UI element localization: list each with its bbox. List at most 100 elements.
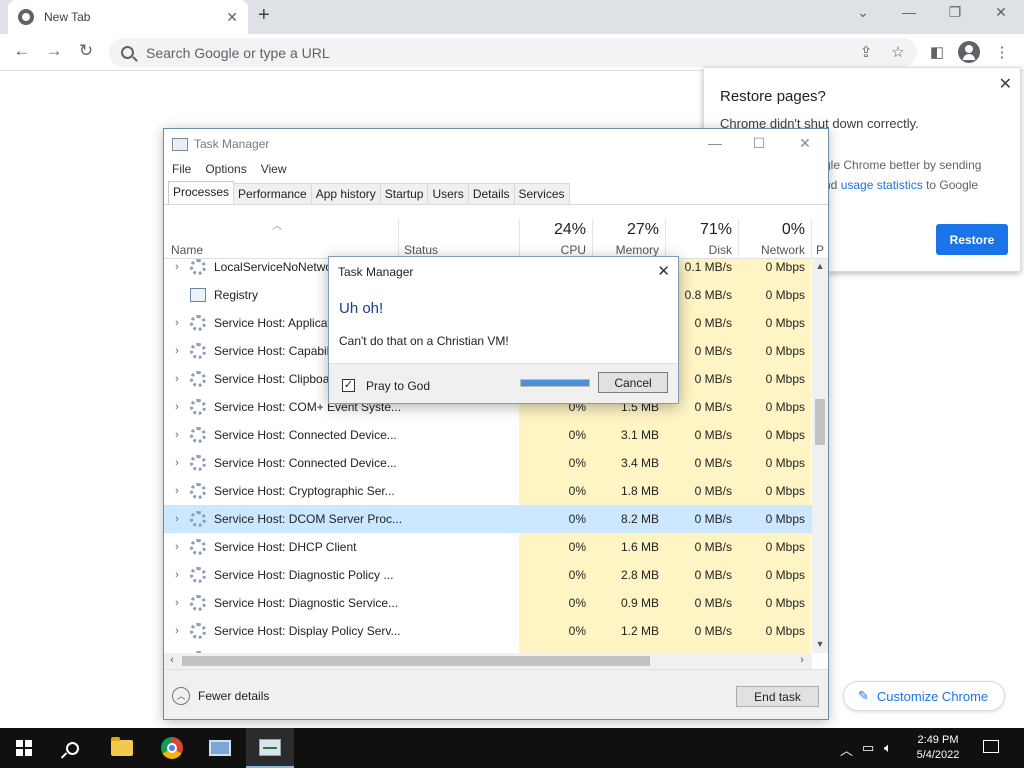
restore-popup-suffix: to Google [922, 178, 979, 192]
new-tab-plus-icon[interactable]: + [258, 4, 270, 27]
pray-checkbox-label[interactable]: Pray to God [366, 379, 430, 393]
chrome-tab-new-tab[interactable]: New Tab ✕ [8, 0, 248, 34]
back-arrow-icon[interactable]: ← [10, 41, 34, 61]
restore-window-icon[interactable]: ❐ [940, 4, 970, 21]
gear-icon [190, 399, 206, 415]
taskbar-chrome[interactable] [148, 728, 196, 768]
expand-chevron-icon[interactable]: › [164, 513, 190, 525]
side-panel-icon[interactable]: ◧ [927, 43, 947, 61]
column-status[interactable]: Status [404, 243, 438, 257]
column-cpu[interactable]: CPU [519, 243, 586, 257]
pray-checkbox[interactable]: ✓ [342, 379, 355, 392]
taskbar-task-manager[interactable] [246, 728, 294, 768]
cpu-cell: 0% [519, 617, 592, 645]
network-cell: 0 Mbps [738, 281, 811, 309]
vertical-scroll-thumb[interactable] [815, 399, 825, 445]
tab-search-chevron-icon[interactable]: ⌄ [848, 4, 878, 21]
omnibox-input[interactable]: Search Google or type a URL [109, 38, 917, 67]
expand-chevron-icon[interactable]: › [164, 345, 190, 357]
usage-statistics-link[interactable]: usage statistics [841, 178, 923, 192]
chrome-menu-icon[interactable]: ⋮ [992, 43, 1012, 61]
gear-icon [190, 371, 206, 387]
start-button[interactable] [0, 728, 48, 768]
column-power-fragment[interactable]: P [816, 243, 826, 257]
expand-chevron-icon[interactable]: › [164, 457, 190, 469]
table-row[interactable]: › Service Host: Connected Device... 0% 3.4 … [164, 449, 812, 477]
end-task-button[interactable]: End task [736, 686, 819, 707]
expand-chevron-icon[interactable]: › [164, 485, 190, 497]
vertical-scrollbar[interactable]: ▲ ▼ [812, 259, 828, 653]
network-icon[interactable]: ▭ [862, 740, 874, 756]
forward-arrow-icon[interactable]: → [42, 41, 66, 61]
expand-chevron-icon[interactable]: › [164, 261, 190, 273]
tray-chevron-up-icon[interactable]: ︿ [840, 740, 853, 759]
tab-performance[interactable]: Performance [233, 183, 312, 205]
table-row[interactable]: › Service Host: Diagnostic Service... 0% 0.… [164, 589, 812, 617]
tab-details[interactable]: Details [467, 183, 515, 205]
taskbar-search-button[interactable] [48, 728, 96, 768]
disk-cell: 0 MB/s [665, 589, 738, 617]
table-row[interactable]: › Service Host: Connected Device... 0% 3.1 … [164, 421, 812, 449]
table-row[interactable]: › Service Host: Display Policy Serv... 0% 1… [164, 617, 812, 645]
expand-chevron-icon[interactable]: › [164, 625, 190, 637]
menu-view[interactable]: View [261, 159, 287, 181]
dialog-close-icon[interactable]: ✕ [657, 262, 670, 280]
profile-avatar-icon[interactable] [958, 41, 980, 63]
expand-chevron-icon[interactable]: › [164, 317, 190, 329]
notifications-icon[interactable] [983, 740, 999, 753]
share-icon[interactable]: ⇪ [856, 43, 876, 61]
table-row[interactable]: ›Service Host: Distributed Link T...0%0.… [164, 645, 812, 653]
minimize-icon[interactable]: — [894, 4, 924, 20]
expand-chevron-icon[interactable]: › [164, 373, 190, 385]
close-window-icon[interactable]: ✕ [986, 4, 1016, 21]
tab-close-icon[interactable]: ✕ [226, 9, 238, 26]
tab-app-history[interactable]: App history [310, 183, 381, 205]
scroll-up-icon[interactable]: ▲ [812, 261, 828, 271]
reload-icon[interactable]: ↻ [74, 41, 98, 61]
scroll-down-icon[interactable]: ▼ [812, 639, 828, 649]
fewer-details-button[interactable]: ︿ Fewer details [172, 687, 269, 705]
scroll-right-icon[interactable]: › [794, 654, 810, 666]
menu-options[interactable]: Options [205, 159, 246, 181]
expand-chevron-icon[interactable]: › [164, 541, 190, 553]
restore-button[interactable]: Restore [936, 224, 1008, 255]
tm-close-icon[interactable]: ✕ [790, 135, 820, 152]
tab-startup[interactable]: Startup [379, 183, 429, 205]
table-row[interactable]: › Service Host: Cryptographic Ser... 0% 1.8… [164, 477, 812, 505]
column-memory[interactable]: Memory [592, 243, 659, 257]
expand-chevron-icon[interactable]: › [164, 401, 190, 413]
table-row[interactable]: › Service Host: DHCP Client 0% 1.6 MB 0 MB/s… [164, 533, 812, 561]
expand-chevron-icon[interactable]: › [164, 429, 190, 441]
tm-minimize-icon[interactable]: — [700, 135, 730, 151]
cpu-cell: 0% [519, 477, 592, 505]
column-network[interactable]: Network [738, 243, 805, 257]
cpu-percent: 24% [553, 221, 586, 238]
restore-popup-close-icon[interactable]: ✕ [999, 74, 1012, 94]
expand-chevron-icon[interactable]: › [164, 597, 190, 609]
dialog-message: Can't do that on a Christian VM! [339, 334, 509, 348]
menu-file[interactable]: File [172, 159, 191, 181]
task-manager-titlebar[interactable]: Task Manager — ☐ ✕ [164, 129, 828, 159]
scroll-left-icon[interactable]: ‹ [164, 654, 180, 666]
tab-users[interactable]: Users [427, 183, 469, 205]
tab-services[interactable]: Services [513, 183, 570, 205]
bookmark-star-icon[interactable]: ☆ [888, 43, 908, 61]
column-disk[interactable]: Disk [665, 243, 732, 257]
taskbar-clock[interactable]: 2:49 PM 5/4/2022 [906, 733, 970, 763]
horizontal-scroll-thumb[interactable] [182, 656, 650, 666]
cancel-button[interactable]: Cancel [598, 372, 668, 393]
tab-processes[interactable]: Processes [168, 181, 235, 205]
taskbar-this-pc[interactable] [196, 728, 244, 768]
memory-cell: 0.9 MB [592, 645, 665, 653]
expand-chevron-icon[interactable]: › [164, 569, 190, 581]
horizontal-scrollbar[interactable]: ‹ › [164, 653, 812, 669]
table-row[interactable]: › Service Host: DCOM Server Proc... 0% 8.2 … [164, 505, 812, 533]
volume-icon[interactable]: 🔈︎ [884, 740, 892, 756]
dialog-progress-bar [520, 379, 590, 387]
table-row[interactable]: › Service Host: Diagnostic Policy ... 0% 2.… [164, 561, 812, 589]
taskbar-file-explorer[interactable] [98, 728, 146, 768]
gear-icon [190, 623, 206, 639]
tm-maximize-icon[interactable]: ☐ [744, 135, 774, 152]
customize-chrome-button[interactable]: ✎ Customize Chrome [843, 681, 1005, 711]
column-name[interactable]: Name [171, 243, 203, 257]
